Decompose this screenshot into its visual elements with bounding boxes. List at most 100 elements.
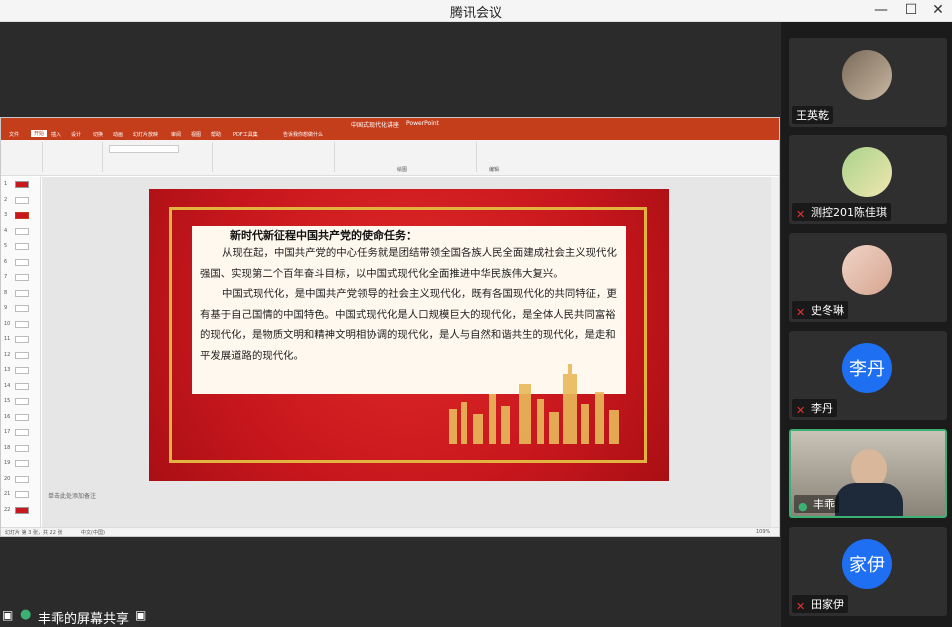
share-indicator-bar: ▣ ● 丰乖的屏幕共享 ▣ — [0, 605, 781, 627]
thumbnail-number: 4 — [4, 227, 8, 234]
participant-tile[interactable]: 家伊 ✕ 田家伊 — [789, 527, 947, 616]
ppt-tab-bar: 文件 开始 插入 设计 切换 动画 幻灯片放映 审阅 视图 帮助 PDF工具集 … — [1, 130, 779, 140]
thumbnail-number: 15 — [4, 398, 11, 404]
slide-thumbnail[interactable] — [15, 320, 29, 328]
tab-file[interactable]: 文件 — [9, 131, 19, 138]
ppt-status-bar: 幻灯片 第 3 张，共 22 张 中文(中国) 109% — [1, 527, 779, 536]
thumbnail-number: 14 — [4, 382, 11, 389]
thumbnail-number: 11 — [4, 336, 11, 342]
tab-design[interactable]: 设计 — [71, 131, 81, 138]
participant-avatar-photo — [842, 147, 892, 197]
mic-muted-icon: ✕ — [796, 306, 806, 319]
slides-group[interactable] — [45, 142, 103, 172]
ppt-doc-title: 中国式现代化讲座 — [351, 122, 400, 129]
mic-on-icon: ● — [20, 607, 32, 622]
participant-avatar-text: 家伊 — [842, 539, 892, 589]
language-status: 中文(中国) — [81, 530, 105, 536]
participant-avatar-photo — [842, 50, 892, 100]
slide-thumbnail[interactable] — [15, 336, 29, 343]
thumbnail-number: 8 — [4, 289, 8, 296]
slide-thumbnail[interactable] — [15, 196, 29, 204]
notes-placeholder[interactable]: 单击此处添加备注 — [48, 491, 96, 500]
tab-insert[interactable]: 插入 — [51, 131, 61, 138]
tab-review[interactable]: 审阅 — [171, 131, 181, 138]
mic-on-icon: ● — [798, 500, 808, 513]
thumbnail-number: 3 — [4, 212, 8, 218]
tell-me-search[interactable]: 告诉我你想做什么 — [283, 131, 323, 138]
participant-name: ✕ 测控201陈佳琪 — [792, 203, 891, 221]
mic-muted-icon: ✕ — [796, 208, 806, 221]
slide-thumbnail[interactable] — [15, 429, 29, 436]
mic-muted-icon: ✕ — [796, 404, 806, 417]
editing-group[interactable]: 编辑 — [479, 142, 539, 173]
maximize-icon[interactable]: ☐ — [896, 0, 926, 22]
font-name-box[interactable] — [109, 145, 179, 153]
tab-transitions[interactable]: 切换 — [93, 131, 103, 138]
window-title: 腾讯会议 — [449, 6, 502, 21]
slide-thumbnail[interactable] — [15, 491, 29, 498]
minimize-icon[interactable]: — — [866, 0, 896, 22]
slide-thumbnail[interactable] — [15, 398, 29, 405]
zoom-level[interactable]: 109% — [756, 529, 770, 535]
participant-tile[interactable]: ✕ 测控201陈佳琪 — [789, 135, 947, 224]
slide-thumbnail[interactable] — [15, 351, 29, 359]
slide-thumbnail-pane[interactable]: 1 2 3 4 5 6 7 8 9 10 11 12 13 14 15 16 17 18 19 20 21 22 — [1, 177, 41, 527]
slide-thumbnail[interactable] — [15, 460, 29, 467]
thumbnail-number: 5 — [4, 243, 8, 249]
tab-home[interactable]: 开始 — [31, 130, 48, 137]
share-label: 丰乖的屏幕共享 — [38, 612, 130, 627]
slide-thumbnail[interactable] — [15, 258, 29, 266]
current-slide[interactable]: 新时代新征程中国共产党的使命任务： 从现在起，中国共产党的中心任务就是团结带领全… — [149, 189, 669, 481]
tab-pdf[interactable]: PDF工具集 — [233, 131, 258, 138]
thumbnail-number: 19 — [4, 460, 11, 466]
slide-thumbnail[interactable] — [15, 181, 29, 188]
participant-name: ● 丰乖 — [794, 495, 839, 513]
close-icon[interactable]: ✕ — [923, 0, 952, 22]
ppt-ribbon: 绘图 编辑 — [1, 140, 779, 176]
thumbnail-number: 18 — [4, 444, 11, 451]
slide-thumbnail[interactable] — [15, 475, 29, 483]
clipboard-group[interactable] — [3, 142, 43, 172]
slide-thumbnail[interactable] — [15, 274, 29, 281]
slide-thumbnail[interactable] — [15, 382, 29, 390]
thumbnail-number: 1 — [4, 181, 8, 187]
paragraph-group[interactable] — [215, 142, 335, 172]
participant-name: 王英乾 — [792, 106, 833, 124]
tab-animations[interactable]: 动画 — [113, 131, 123, 138]
participant-tile[interactable]: ✕ 史冬琳 — [789, 233, 947, 322]
slide-thumbnail[interactable] — [15, 506, 29, 514]
slide-thumbnail[interactable] — [15, 243, 29, 250]
slide-thumbnail[interactable] — [15, 289, 29, 297]
slide-thumbnail[interactable] — [15, 367, 29, 374]
participant-avatar-text: 李丹 — [842, 343, 892, 393]
slide-heading: 新时代新征程中国共产党的使命任务： — [230, 229, 417, 242]
participant-tile[interactable]: 李丹 ✕ 李丹 — [789, 331, 947, 420]
font-group[interactable] — [105, 142, 213, 172]
vertical-scrollbar[interactable] — [771, 177, 779, 527]
thumbnail-number: 13 — [4, 367, 11, 373]
slide-thumbnail[interactable] — [15, 444, 29, 452]
thumbnail-number: 17 — [4, 429, 11, 435]
mic-muted-icon: ✕ — [796, 600, 806, 613]
drawing-group[interactable]: 绘图 — [337, 142, 477, 173]
slide-editor-canvas: 新时代新征程中国共产党的使命任务： 从现在起，中国共产党的中心任务就是团结带领全… — [42, 177, 772, 527]
thumbnail-number: 6 — [4, 258, 8, 265]
participant-tile[interactable]: 王英乾 — [789, 38, 947, 127]
thumbnail-number: 9 — [4, 305, 8, 311]
screen-share-icon: ▣ — [2, 608, 14, 622]
thumbnail-number: 10 — [4, 320, 11, 327]
slide-thumbnail[interactable] — [15, 227, 29, 235]
editing-group-label: 编辑 — [489, 167, 500, 173]
city-skyline-graphic — [449, 364, 619, 444]
thumbnail-number: 16 — [4, 413, 11, 420]
slide-thumbnail[interactable] — [15, 305, 29, 312]
slide-thumbnail[interactable] — [15, 413, 29, 421]
tab-help[interactable]: 帮助 — [211, 131, 221, 138]
participant-tile-active[interactable]: ● 丰乖 — [789, 429, 947, 518]
participant-name: ✕ 田家伊 — [792, 595, 848, 613]
thumbnail-number: 7 — [4, 274, 8, 280]
thumbnail-number: 2 — [4, 196, 8, 203]
tab-slideshow[interactable]: 幻灯片放映 — [133, 131, 158, 138]
slide-thumbnail[interactable] — [15, 212, 29, 219]
tab-view[interactable]: 视图 — [191, 131, 201, 138]
